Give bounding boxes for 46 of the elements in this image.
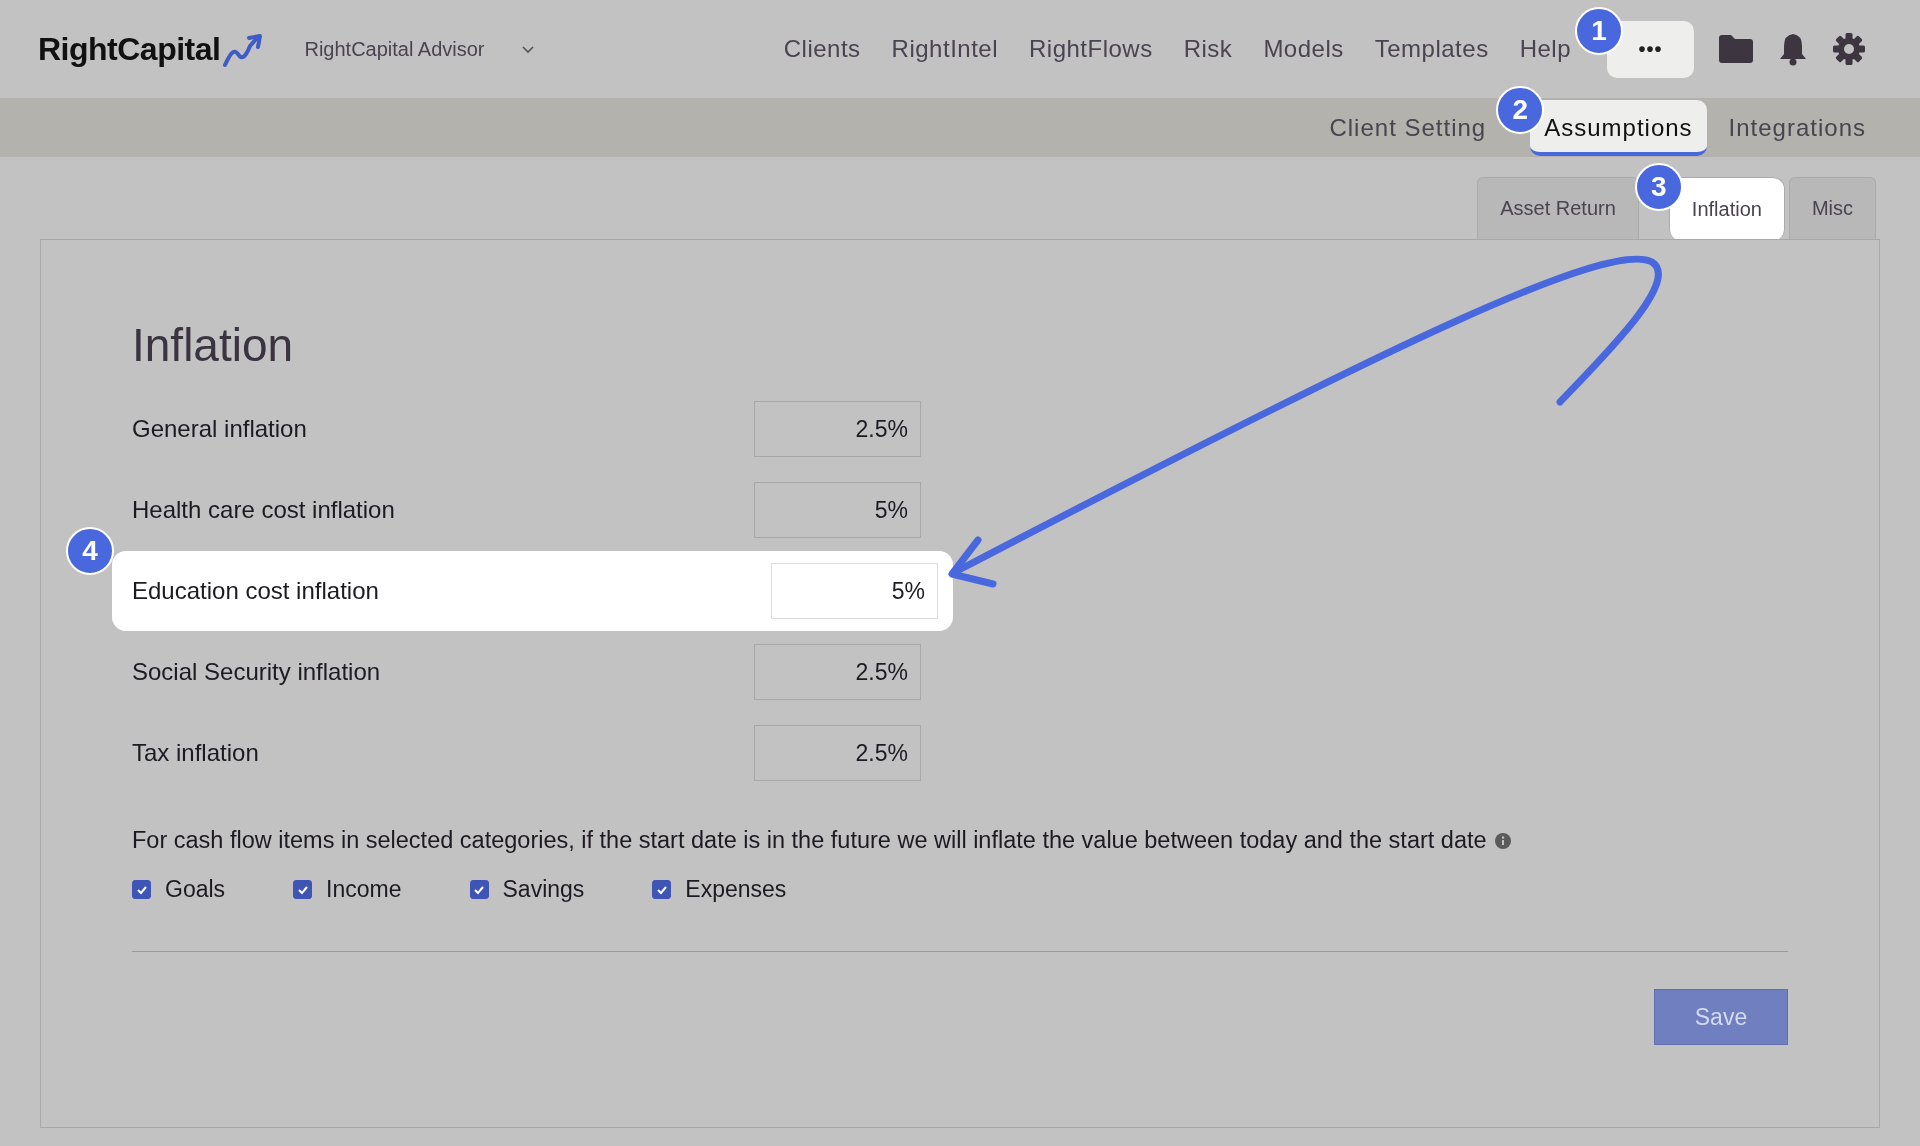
field-label: Tax inflation <box>132 739 259 767</box>
save-button[interactable]: Save <box>1654 989 1788 1045</box>
tab[interactable]: Misc <box>1788 177 1876 239</box>
checkbox-label: Expenses <box>685 876 787 903</box>
percent-input[interactable]: 2.5% <box>754 644 921 700</box>
checkbox[interactable] <box>469 880 489 899</box>
percent-input[interactable]: 2.5% <box>754 725 921 781</box>
field-label: Health care cost inflation <box>132 496 395 524</box>
logo-text: RightCapital <box>38 30 221 68</box>
account-dropdown[interactable]: RightCapital Advisor <box>304 37 535 61</box>
field-label: Social Security inflation <box>132 658 381 686</box>
checkbox-label: Goals <box>165 876 226 903</box>
section-title: Inflation <box>132 318 295 372</box>
step-number-tooltip: 3 <box>1634 163 1683 211</box>
checkbox-label: Savings <box>502 876 585 903</box>
subnav-tab[interactable]: Integrations <box>1714 99 1880 156</box>
folder-icon[interactable] <box>1718 34 1754 64</box>
bell-icon[interactable] <box>1778 32 1808 66</box>
nav-link[interactable]: Clients <box>783 35 861 63</box>
percent-input[interactable]: 2.5% <box>754 401 921 457</box>
tab[interactable]: Asset Return <box>1477 177 1639 239</box>
caret-icon <box>520 44 535 54</box>
step-number-tooltip: 2 <box>1496 85 1545 134</box>
nav-link[interactable]: Risk <box>1183 35 1233 63</box>
nav-link[interactable]: RightIntel <box>891 35 998 63</box>
checkbox[interactable] <box>132 880 151 899</box>
settings-icon[interactable] <box>1832 32 1866 66</box>
subnav-tab[interactable]: Assumptions <box>1530 99 1707 156</box>
more-button[interactable]: ••• <box>1607 20 1694 78</box>
checkbox[interactable] <box>293 880 313 899</box>
nav-link[interactable]: Help <box>1519 35 1571 63</box>
checkbox-label: Income <box>326 876 402 903</box>
info-icon[interactable] <box>1494 832 1511 849</box>
step-number-tooltip: 4 <box>66 527 114 575</box>
step-number-tooltip: 1 <box>1575 6 1623 55</box>
note-text: For cash flow items in selected categories, if the start date is in the future we will inflate the value between today and the start date <box>132 827 1487 854</box>
nav-link[interactable]: Templates <box>1374 35 1489 63</box>
percent-input[interactable]: 5% <box>771 563 938 619</box>
nav-link[interactable]: RightFlows <box>1029 35 1153 63</box>
nav-link[interactable]: Models <box>1263 35 1344 63</box>
tab[interactable]: Inflation <box>1668 177 1785 241</box>
percent-input[interactable]: 5% <box>754 482 921 538</box>
field-label: Education cost inflation <box>132 577 379 605</box>
rising-arrow-icon <box>222 33 265 68</box>
checkbox[interactable] <box>652 880 672 899</box>
field-label: General inflation <box>132 415 307 443</box>
